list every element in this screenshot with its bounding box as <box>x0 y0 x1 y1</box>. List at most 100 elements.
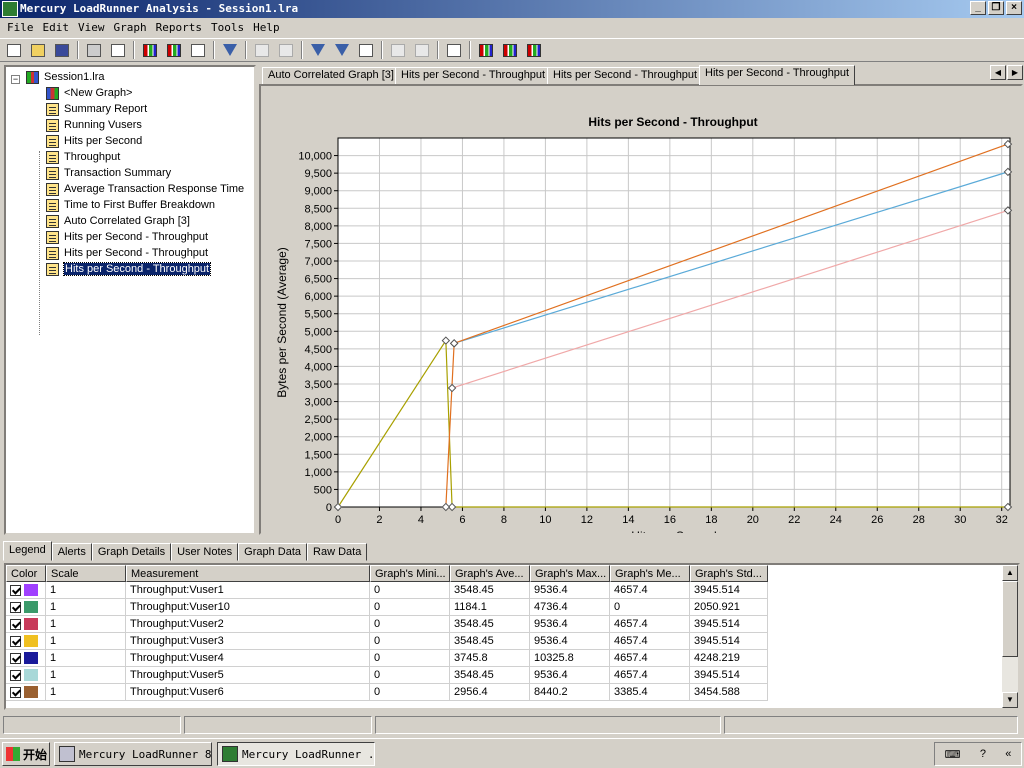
redo-button[interactable] <box>275 40 297 60</box>
keyboard-icon[interactable]: ⌨ <box>945 748 961 761</box>
col-measurement[interactable]: Measurement <box>126 565 370 582</box>
series-visible-checkbox[interactable] <box>10 602 21 613</box>
series-visible-checkbox[interactable] <box>10 653 21 664</box>
tree-item-hits-per-second[interactable]: Hits per Second <box>46 133 142 149</box>
series-visible-checkbox[interactable] <box>10 687 21 698</box>
color-swatch[interactable] <box>24 601 38 613</box>
tree-root[interactable]: Session1.lra <box>26 69 105 85</box>
tab-graph-data[interactable]: Graph Data <box>238 543 308 561</box>
col-std[interactable]: Graph's Std... <box>690 565 768 582</box>
notes-button[interactable] <box>443 40 465 60</box>
print-button[interactable] <box>83 40 105 60</box>
legend-scrollbar[interactable]: ▲ ▼ <box>1002 565 1018 708</box>
tab-hits-throughput-1[interactable]: Hits per Second - Throughput <box>395 67 552 85</box>
clear-filter-button[interactable] <box>331 40 353 60</box>
new-session-button[interactable] <box>3 40 25 60</box>
table-row[interactable]: 1 Throughput:Vuser5 0 3548.45 9536.4 4657.4 39… <box>6 667 768 684</box>
scroll-up-icon[interactable]: ▲ <box>1002 565 1018 581</box>
menu-help[interactable]: Help <box>250 19 286 37</box>
tabs-scroll-left-icon[interactable]: ◀ <box>990 65 1006 80</box>
add-graph-button[interactable] <box>139 40 161 60</box>
report-button[interactable] <box>475 40 497 60</box>
series-visible-checkbox[interactable] <box>10 619 21 630</box>
export-button[interactable] <box>187 40 209 60</box>
close-button[interactable]: × <box>1006 1 1022 15</box>
table-row[interactable]: 1 Throughput:Vuser10 0 1184.1 4736.4 0 2050.92… <box>6 599 768 616</box>
menu-graph[interactable]: Graph <box>111 19 153 37</box>
color-swatch[interactable] <box>24 686 38 698</box>
menu-edit[interactable]: Edit <box>40 19 76 37</box>
menu-file[interactable]: File <box>4 19 40 37</box>
tree-item-auto-correlated-graph[interactable]: Auto Correlated Graph [3] <box>46 213 190 229</box>
color-swatch[interactable] <box>24 618 38 630</box>
graph-properties-button[interactable] <box>163 40 185 60</box>
table-row[interactable]: 1 Throughput:Vuser2 0 3548.45 9536.4 4657.4 39… <box>6 616 768 633</box>
color-swatch[interactable] <box>24 635 38 647</box>
print-preview-button[interactable] <box>107 40 129 60</box>
tab-auto-correlated-graph[interactable]: Auto Correlated Graph [3] <box>262 67 400 85</box>
menu-view[interactable]: View <box>75 19 111 37</box>
tree-item-avg-transaction-response-time[interactable]: Average Transaction Response Time <box>46 181 244 197</box>
tree-item-new-graph[interactable]: <New Graph> <box>46 85 132 101</box>
tab-hits-throughput-3[interactable]: Hits per Second - Throughput <box>699 65 856 85</box>
tab-alerts[interactable]: Alerts <box>51 543 92 561</box>
minimize-button[interactable]: _ <box>970 1 986 15</box>
table-row[interactable]: 1 Throughput:Vuser1 0 3548.45 9536.4 4657.4 39… <box>6 582 768 599</box>
tab-graph-details[interactable]: Graph Details <box>91 543 172 561</box>
tab-user-notes[interactable]: User Notes <box>171 543 239 561</box>
scroll-thumb[interactable] <box>1002 581 1018 657</box>
graph-doc-icon <box>46 118 59 132</box>
col-median[interactable]: Graph's Me... <box>610 565 690 582</box>
color-swatch[interactable] <box>24 652 38 664</box>
color-swatch[interactable] <box>24 584 38 596</box>
menu-reports[interactable]: Reports <box>153 19 208 37</box>
graph-type-button[interactable] <box>523 40 545 60</box>
chart[interactable]: 0 500 1,000 1,500 2,000 2,500 3,000 3,500 4,000 4… <box>261 86 1021 533</box>
tree-item-hits-throughput-3[interactable]: Hits per Second - Throughput <box>46 261 212 277</box>
tab-raw-data[interactable]: Raw Data <box>307 543 368 561</box>
tree-item-running-vusers[interactable]: Running Vusers <box>46 117 142 133</box>
series-visible-checkbox[interactable] <box>10 670 21 681</box>
tab-hits-throughput-2[interactable]: Hits per Second - Throughput <box>547 67 704 85</box>
col-avg[interactable]: Graph's Ave... <box>450 565 530 582</box>
series-visible-checkbox[interactable] <box>10 636 21 647</box>
legend-toggle-button[interactable] <box>499 40 521 60</box>
filter-button[interactable] <box>219 40 241 60</box>
series-visible-checkbox[interactable] <box>10 585 21 596</box>
restore-button[interactable]: ❐ <box>988 1 1004 15</box>
scroll-down-icon[interactable]: ▼ <box>1002 692 1018 708</box>
taskbar-item-analysis[interactable]: Mercury LoadRunner ... <box>217 742 375 766</box>
taskbar-item-loadrunner[interactable]: Mercury LoadRunner 8.1 <box>54 742 212 766</box>
table-row[interactable]: 1 Throughput:Vuser3 0 3548.45 9536.4 4657.4 39… <box>6 633 768 650</box>
correlate-button[interactable] <box>387 40 409 60</box>
col-max[interactable]: Graph's Max... <box>530 565 610 582</box>
auto-correlate-button[interactable] <box>411 40 433 60</box>
tab-legend[interactable]: Legend <box>3 541 52 561</box>
tree-item-hits-throughput-2[interactable]: Hits per Second - Throughput <box>46 245 208 261</box>
tree-root-label: Session1.lra <box>44 71 105 83</box>
color-swatch[interactable] <box>24 669 38 681</box>
tree-item-transaction-summary[interactable]: Transaction Summary <box>46 165 171 181</box>
tabs-scroll-right-icon[interactable]: ▶ <box>1007 65 1023 80</box>
col-color[interactable]: Color <box>6 565 46 582</box>
tree-item-summary-report[interactable]: Summary Report <box>46 101 147 117</box>
save-session-button[interactable] <box>51 40 73 60</box>
menu-tools[interactable]: Tools <box>208 19 250 37</box>
tree-item-throughput[interactable]: Throughput <box>46 149 120 165</box>
table-row[interactable]: 1 Throughput:Vuser4 0 3745.8 10325.8 4657.4 42… <box>6 650 768 667</box>
tree-collapse-toggle[interactable]: − <box>11 75 20 84</box>
legend-cell-measurement: Throughput:Vuser1 <box>126 582 370 599</box>
help-icon[interactable]: ? <box>980 748 986 760</box>
open-session-button[interactable] <box>27 40 49 60</box>
undo-button[interactable] <box>251 40 273 60</box>
merge-graphs-button[interactable] <box>355 40 377 60</box>
tray-expand-icon[interactable]: « <box>1005 748 1011 760</box>
col-scale[interactable]: Scale <box>46 565 126 582</box>
tree-item-hits-throughput-1[interactable]: Hits per Second - Throughput <box>46 229 208 245</box>
tree-item-label: Throughput <box>64 151 121 163</box>
set-filter-button[interactable] <box>307 40 329 60</box>
start-button[interactable]: 开始 <box>2 742 50 766</box>
col-min[interactable]: Graph's Mini... <box>370 565 450 582</box>
tree-item-time-to-first-buffer[interactable]: Time to First Buffer Breakdown <box>46 197 215 213</box>
table-row[interactable]: 1 Throughput:Vuser6 0 2956.4 8440.2 3385.4 345… <box>6 684 768 701</box>
